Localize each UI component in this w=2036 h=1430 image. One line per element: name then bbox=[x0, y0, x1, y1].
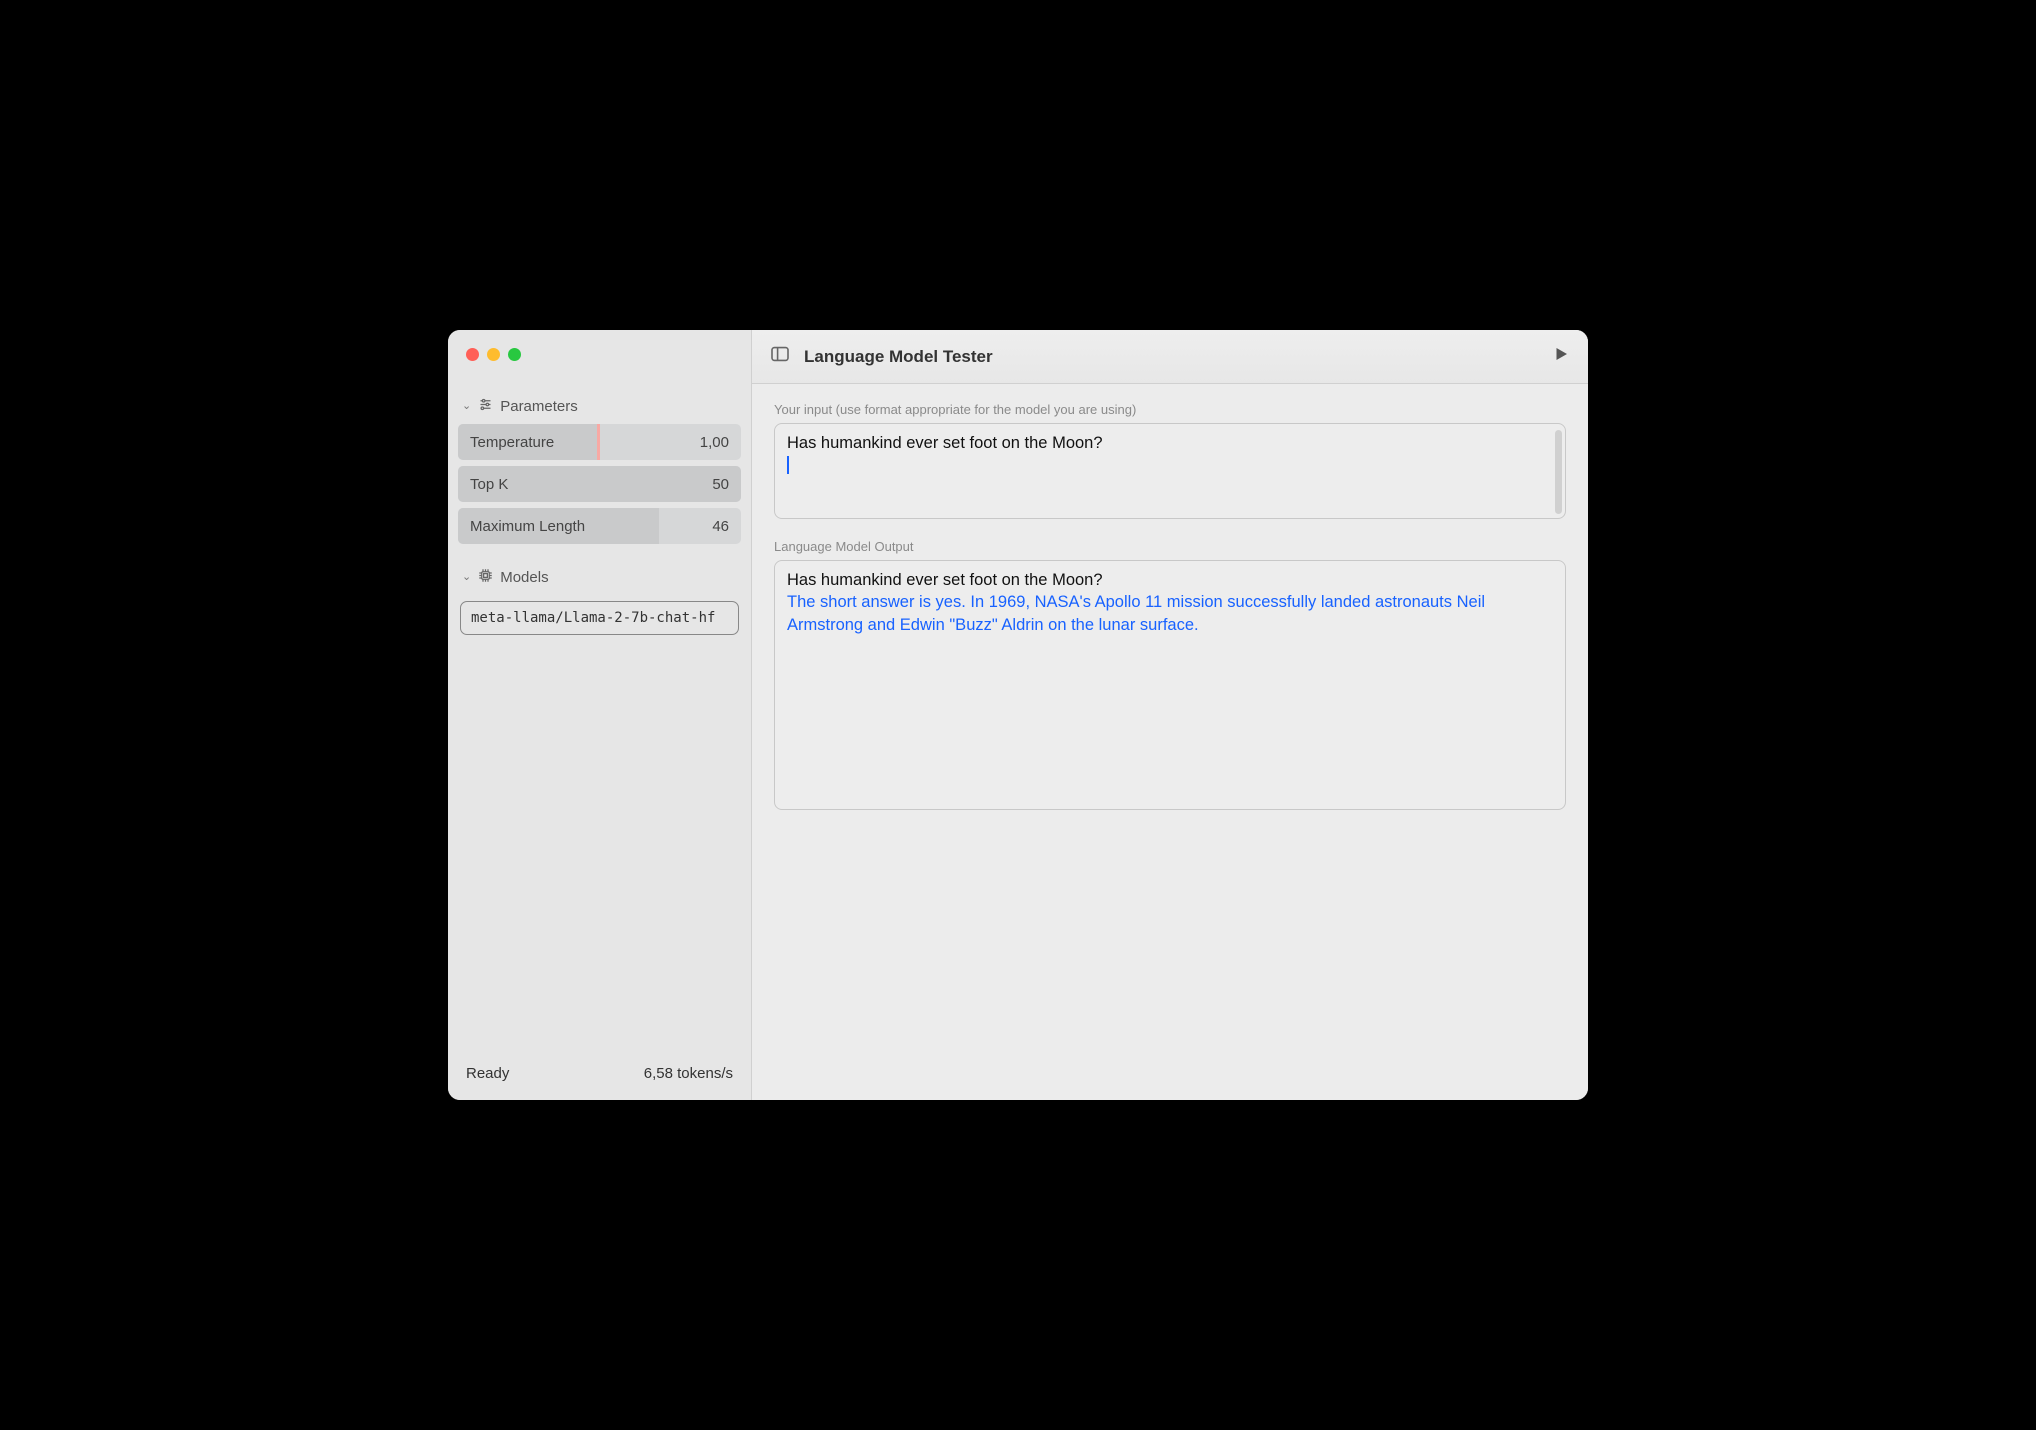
param-value: 1,00 bbox=[700, 434, 729, 451]
main-panel: Language Model Tester Your input (use fo… bbox=[752, 330, 1588, 1100]
status-label: Ready bbox=[466, 1065, 509, 1082]
toolbar: Language Model Tester bbox=[752, 330, 1588, 384]
scrollbar-thumb[interactable] bbox=[1555, 430, 1562, 514]
param-label: Maximum Length bbox=[470, 518, 585, 535]
param-top-k[interactable]: Top K 50 bbox=[458, 466, 741, 502]
content-area: Your input (use format appropriate for t… bbox=[752, 384, 1588, 828]
parameters-section-header[interactable]: ⌄ Parameters bbox=[448, 369, 751, 424]
minimize-window-button[interactable] bbox=[487, 348, 500, 361]
param-label: Temperature bbox=[470, 434, 554, 451]
parameters-list: Temperature 1,00 Top K 50 Maximum Length… bbox=[448, 424, 751, 550]
app-window: ⌄ Parameters Temperature 1,00 Top K 50 bbox=[448, 330, 1588, 1100]
chevron-down-icon: ⌄ bbox=[462, 399, 471, 412]
output-generated-text: The short answer is yes. In 1969, NASA's… bbox=[787, 593, 1485, 633]
throughput-label: 6,58 tokens/s bbox=[644, 1065, 733, 1082]
prompt-input[interactable]: Has humankind ever set foot on the Moon? bbox=[774, 423, 1566, 519]
param-value: 46 bbox=[712, 518, 729, 535]
run-button[interactable] bbox=[1552, 345, 1570, 368]
models-header-label: Models bbox=[500, 569, 548, 586]
sliders-icon bbox=[478, 397, 493, 416]
param-temperature[interactable]: Temperature 1,00 bbox=[458, 424, 741, 460]
input-label: Your input (use format appropriate for t… bbox=[774, 402, 1566, 417]
output-box[interactable]: Has humankind ever set foot on the Moon?… bbox=[774, 560, 1566, 810]
models-section-header[interactable]: ⌄ Models bbox=[448, 550, 751, 595]
param-label: Top K bbox=[470, 476, 508, 493]
sidebar-footer: Ready 6,58 tokens/s bbox=[448, 1051, 751, 1100]
prompt-text: Has humankind ever set foot on the Moon? bbox=[787, 434, 1103, 452]
param-value: 50 bbox=[712, 476, 729, 493]
sidebar-toggle-icon[interactable] bbox=[770, 346, 790, 367]
chip-icon bbox=[478, 568, 493, 587]
param-maximum-length[interactable]: Maximum Length 46 bbox=[458, 508, 741, 544]
window-controls bbox=[448, 330, 751, 369]
model-name: meta-llama/Llama-2-7b-chat-hf bbox=[471, 610, 715, 626]
chevron-down-icon: ⌄ bbox=[462, 570, 471, 583]
models-list: meta-llama/Llama-2-7b-chat-hf bbox=[448, 595, 751, 641]
close-window-button[interactable] bbox=[466, 348, 479, 361]
output-echo-text: Has humankind ever set foot on the Moon? bbox=[787, 571, 1103, 589]
parameters-header-label: Parameters bbox=[500, 398, 578, 415]
fullscreen-window-button[interactable] bbox=[508, 348, 521, 361]
output-section: Language Model Output Has humankind ever… bbox=[774, 539, 1566, 810]
model-item[interactable]: meta-llama/Llama-2-7b-chat-hf bbox=[460, 601, 739, 635]
sidebar: ⌄ Parameters Temperature 1,00 Top K 50 bbox=[448, 330, 752, 1100]
text-caret bbox=[787, 456, 789, 474]
page-title: Language Model Tester bbox=[804, 347, 993, 367]
input-section: Your input (use format appropriate for t… bbox=[774, 402, 1566, 519]
output-label: Language Model Output bbox=[774, 539, 1566, 554]
